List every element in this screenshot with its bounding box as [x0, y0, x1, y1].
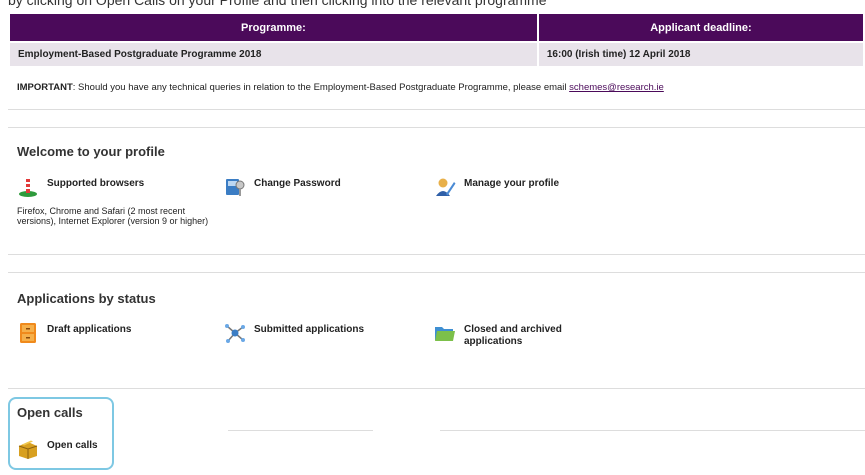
key-icon: [226, 179, 245, 196]
manage-profile-label: Manage your profile: [464, 178, 560, 189]
closed-applications-label: Closed and archived applications: [464, 324, 562, 347]
browsers-icon: [19, 179, 37, 197]
change-password-label: Change Password: [254, 178, 341, 189]
browsers-note: Firefox, Chrome and Safari (2 most recen…: [17, 206, 209, 226]
important-notice: IMPORTANT: Should you have any technical…: [17, 82, 664, 93]
divider: [8, 127, 865, 128]
draft-applications-link[interactable]: Draft applications: [17, 322, 131, 344]
profile-section-title: Welcome to your profile: [17, 144, 165, 159]
col-header-deadline: Applicant deadline:: [538, 14, 863, 41]
divider: [8, 388, 865, 389]
closed-applications-link[interactable]: Closed and archived applications: [434, 322, 604, 348]
status-section-title: Applications by status: [17, 291, 156, 306]
user-edit-icon: [436, 178, 456, 196]
deadline-table: Programme: Applicant deadline: Employmen…: [8, 14, 865, 66]
divider: [8, 254, 865, 255]
truncated-header-text: by clicking on Open Calls on your Profil…: [8, 0, 547, 8]
draft-applications-label: Draft applications: [47, 324, 132, 335]
divider: [440, 430, 865, 431]
important-text: : Should you have any technical queries …: [72, 82, 570, 93]
table-row: Employment-Based Postgraduate Programme …: [10, 41, 863, 66]
folder-icon: [435, 327, 455, 341]
change-password-link[interactable]: Change Password: [224, 176, 341, 198]
network-icon: [225, 324, 245, 343]
divider: [228, 430, 373, 431]
manage-profile-link[interactable]: Manage your profile: [434, 176, 559, 198]
open-calls-highlight: [8, 397, 114, 470]
submitted-applications-label: Submitted applications: [254, 324, 365, 335]
submitted-applications-link[interactable]: Submitted applications: [224, 322, 364, 344]
important-label: IMPORTANT: [17, 82, 73, 93]
divider: [8, 109, 865, 110]
col-header-programme: Programme:: [10, 14, 537, 41]
deadline-cell: 16:00 (Irish time) 12 April 2018: [538, 41, 863, 66]
support-email-link[interactable]: schemes@research.ie: [569, 82, 664, 93]
divider: [8, 272, 865, 273]
programme-cell: Employment-Based Postgraduate Programme …: [10, 41, 537, 66]
supported-browsers-label: Supported browsers: [47, 178, 145, 189]
cabinet-icon: [20, 323, 36, 343]
supported-browsers-link[interactable]: Supported browsers: [17, 176, 144, 198]
